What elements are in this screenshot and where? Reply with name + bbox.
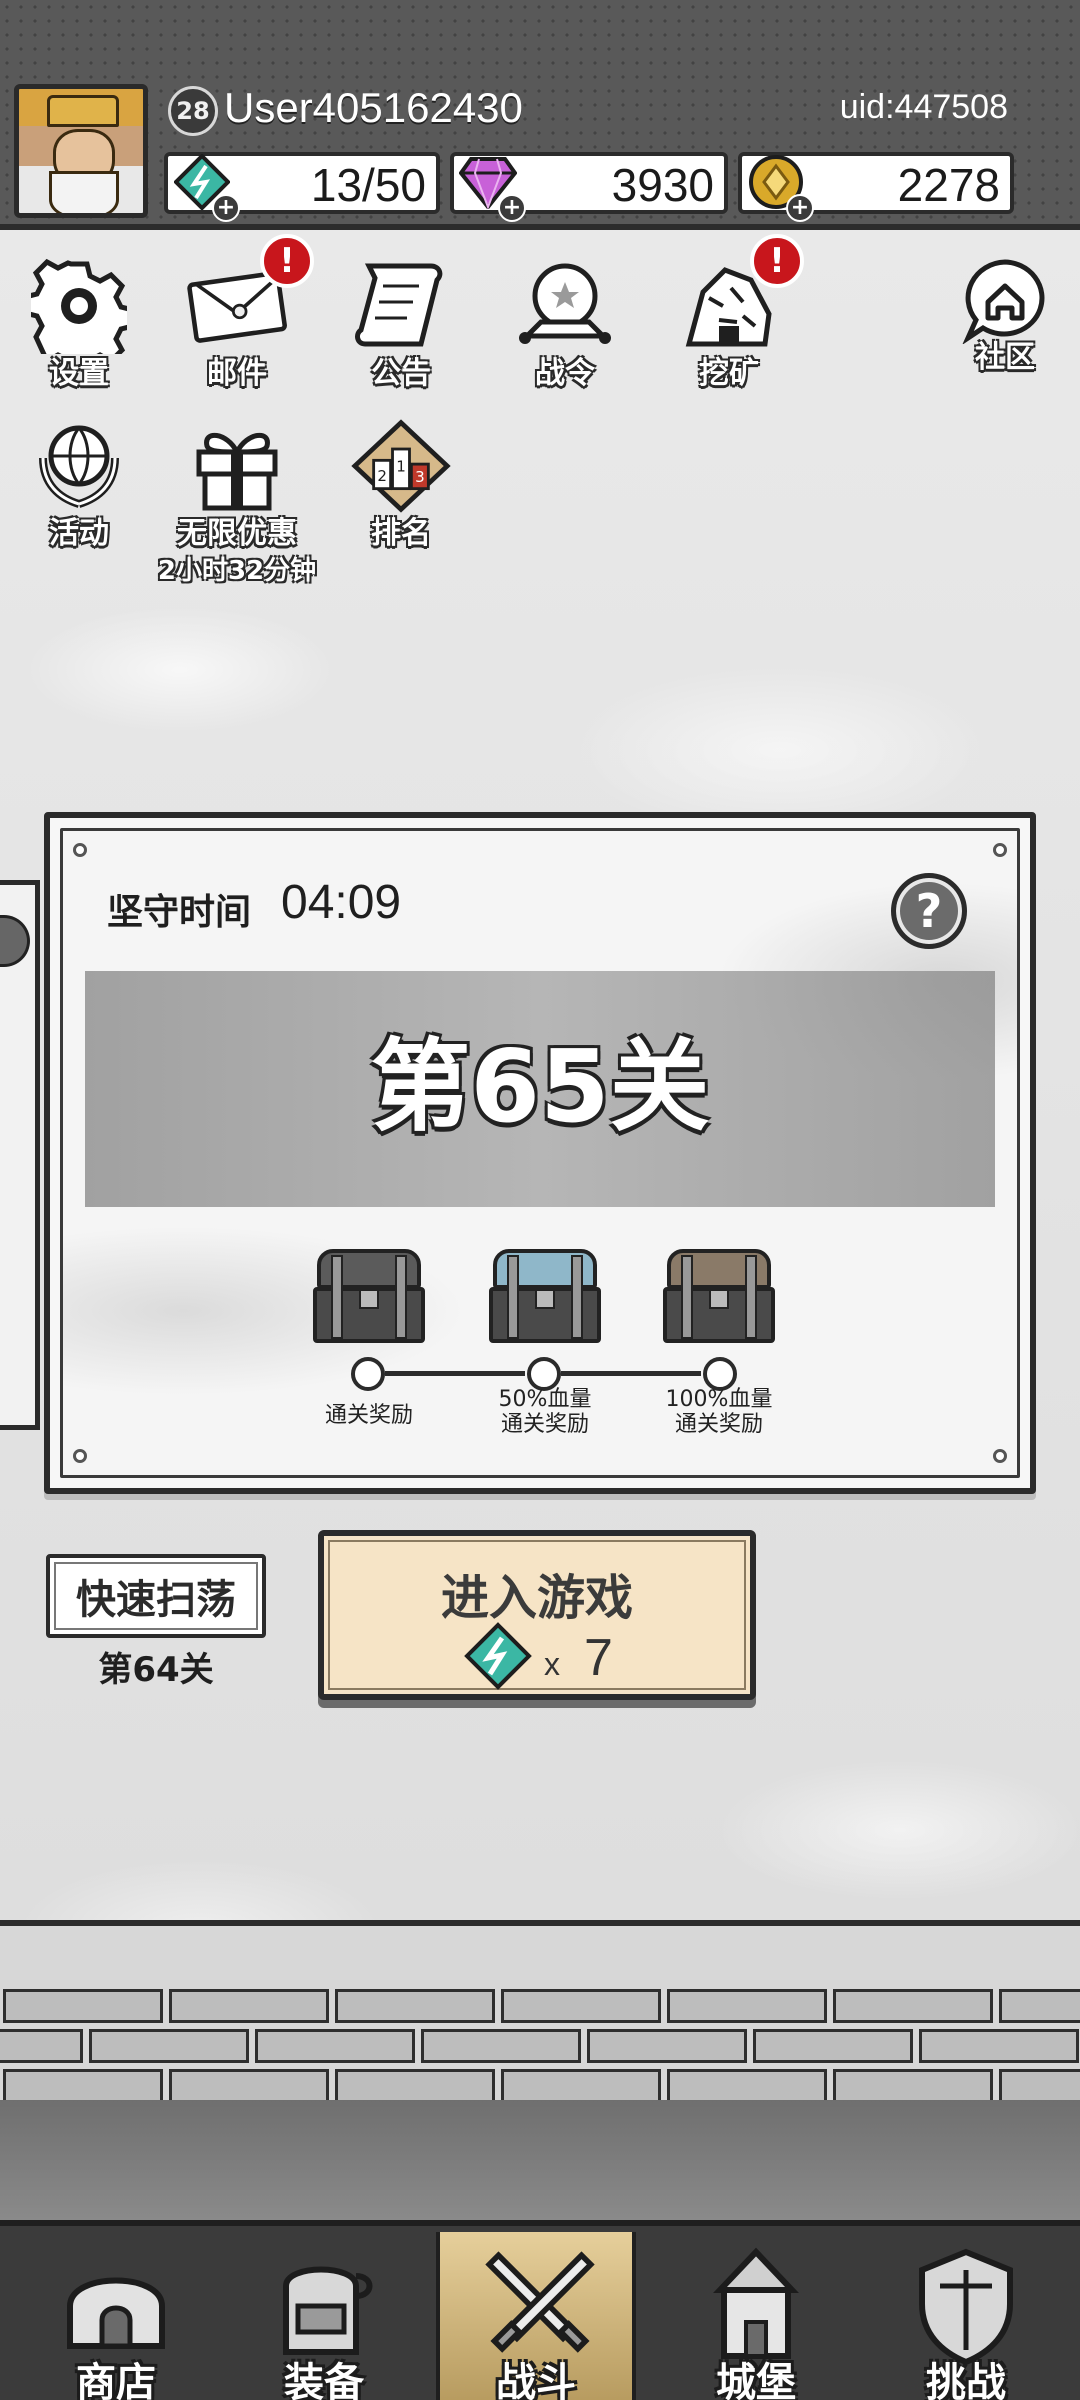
podium-icon: 2 1 3 (351, 416, 451, 516)
enter-game-cost: x 7 (464, 1622, 664, 1692)
gem-value: 3930 (611, 159, 714, 211)
energy-value: 13/50 (310, 159, 426, 211)
quick-sweep-button[interactable]: 快速扫荡 (46, 1554, 266, 1638)
quick-sweep-stage: 第64关 (98, 1650, 214, 1690)
player-username: User405162430 (224, 84, 523, 131)
mining-alert-badge: ! (750, 234, 804, 288)
community-button[interactable]: 社区 (940, 256, 1070, 396)
unlimited-offer-button[interactable]: 无限优惠 2小时32分钟 (158, 416, 316, 586)
add-gems-button[interactable]: + (498, 194, 526, 222)
events-button[interactable]: 活动 (14, 416, 144, 556)
laurel-globe-icon (29, 416, 129, 516)
mail-alert-badge: ! (260, 234, 314, 288)
battle-pass-button[interactable]: 战令 (500, 256, 630, 396)
offer-timer: 2小时32分钟 (157, 556, 317, 586)
ranking-button[interactable]: 2 1 3 排名 (336, 416, 466, 556)
nav-tab-shop[interactable]: 商店 (16, 2232, 216, 2400)
ranking-second-number: 2 (377, 467, 387, 485)
gem-counter[interactable]: + 3930 (450, 152, 728, 222)
castle-wall (0, 1920, 1080, 2103)
reward-label-clear: 通关奖励 (324, 1403, 413, 1428)
notice-button[interactable]: 公告 (336, 256, 466, 396)
unlimited-offer-label: 无限优惠 (177, 516, 297, 551)
nav-battle-label: 战斗 (496, 2360, 576, 2400)
progress-node-1 (351, 1357, 385, 1391)
events-label: 活动 (49, 516, 109, 551)
previous-stage-card-edge[interactable] (0, 880, 40, 1430)
backpack-icon (264, 2246, 384, 2366)
add-coins-button[interactable]: + (786, 194, 814, 222)
stage-panel: 坚守时间 04:09 ? 第65关 通关奖励 50%血量 通关奖励 100%血量… (44, 812, 1036, 1494)
nav-tab-battle[interactable]: 战斗 (436, 2232, 636, 2400)
community-label: 社区 (975, 340, 1035, 375)
progress-node-2 (527, 1357, 561, 1391)
hold-time-label: 坚守时间 (107, 892, 252, 933)
scroll-icon (351, 256, 451, 356)
nav-tab-castle[interactable]: 城堡 (656, 2232, 856, 2400)
gift-box-icon (187, 416, 287, 516)
gear-icon (29, 256, 129, 356)
nav-castle-label: 城堡 (716, 2360, 796, 2400)
reward-chest-half-hp[interactable] (489, 1249, 601, 1349)
nav-shop-label: 商店 (76, 2360, 156, 2400)
notice-label: 公告 (371, 356, 431, 391)
wall-ground (0, 2100, 1080, 2220)
nav-tab-challenge[interactable]: 挑战 (866, 2232, 1066, 2400)
previous-help-icon (0, 915, 30, 967)
stage-banner: 第65关 (85, 971, 995, 1207)
stage-help-button[interactable]: ? (891, 873, 967, 949)
crystal-ball-icon (515, 256, 615, 356)
nav-tab-equipment[interactable]: 装备 (224, 2232, 424, 2400)
ranking-third-number: 3 (415, 468, 425, 486)
mail-label: 邮件 (207, 356, 267, 391)
shop-hut-icon (56, 2246, 176, 2366)
ranking-first-number: 1 (396, 458, 406, 476)
battle-pass-label: 战令 (535, 356, 595, 391)
lightning-gem-icon (464, 1622, 532, 1690)
top-bar: 28 User405162430 uid:447508 + 13/50 + 39… (0, 0, 1080, 230)
energy-counter[interactable]: + 13/50 (164, 152, 440, 222)
mining-button[interactable]: 挖矿 ! (664, 234, 804, 396)
stage-panel-inner: 坚守时间 04:09 ? 第65关 通关奖励 50%血量 通关奖励 100%血量… (60, 828, 1020, 1478)
hold-time-value: 04:09 (281, 876, 402, 929)
mining-label: 挖矿 (699, 356, 759, 391)
player-level-badge: 28 (168, 86, 218, 136)
crossed-swords-icon (480, 2246, 600, 2366)
nav-challenge-label: 挑战 (926, 2360, 1006, 2400)
nav-equipment-label: 装备 (284, 2360, 364, 2400)
cost-amount: 7 (584, 1629, 613, 1687)
cost-multiplier-sign: x (544, 1646, 560, 1682)
reward-chest-clear[interactable] (313, 1249, 425, 1349)
reward-chest-full-hp[interactable] (663, 1249, 775, 1349)
progress-line-2 (561, 1371, 701, 1376)
settings-label: 设置 (49, 356, 109, 391)
stage-title: 第65关 (370, 1028, 710, 1145)
castle-tower-icon (696, 2246, 816, 2366)
player-uid: uid:447508 (839, 88, 1008, 126)
reward-label-full-hp: 100%血量 通关奖励 (665, 1387, 773, 1438)
bottom-nav: 商店 装备 战斗 城堡 挑战 (0, 2220, 1080, 2400)
coin-counter[interactable]: + 2278 (738, 152, 1014, 222)
progress-node-3 (703, 1357, 737, 1391)
add-energy-button[interactable]: + (212, 194, 240, 222)
mail-button[interactable]: 邮件 ! (172, 234, 314, 396)
player-avatar[interactable] (14, 84, 148, 218)
settings-button[interactable]: 设置 (14, 256, 144, 396)
coin-value: 2278 (897, 159, 1000, 211)
reward-label-half-hp: 50%血量 通关奖励 (498, 1387, 592, 1438)
enter-game-label: 进入游戏 (440, 1570, 633, 1626)
shield-emblem-icon (906, 2246, 1026, 2366)
progress-line-1 (385, 1371, 525, 1376)
enter-game-button[interactable]: 进入游戏 x 7 (318, 1530, 756, 1700)
ranking-label: 排名 (371, 516, 431, 551)
